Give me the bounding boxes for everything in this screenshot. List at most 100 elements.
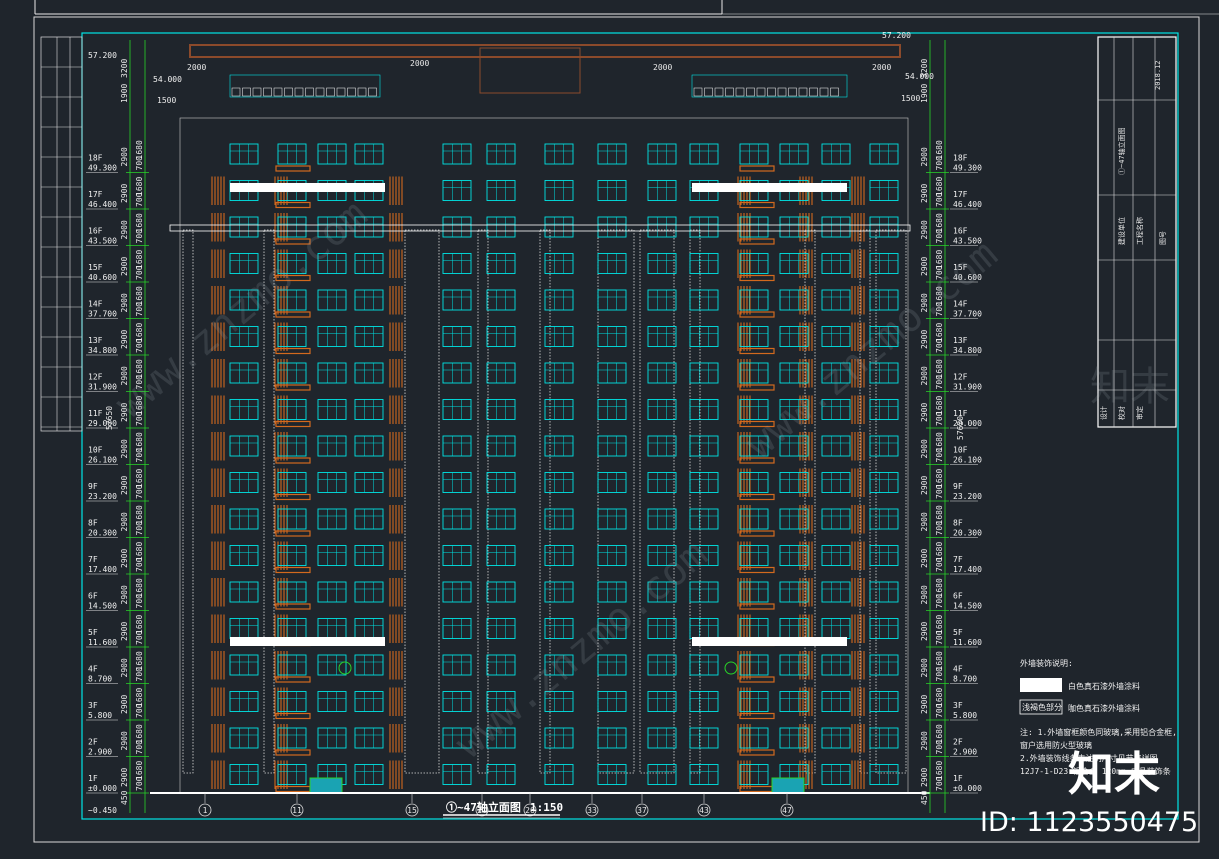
window (689, 472, 719, 493)
dim-window: 1680 (935, 651, 944, 670)
pit-elevation: −0.450 (88, 806, 117, 815)
level-floor-label: 18F (88, 154, 103, 163)
watermark-site-left: www.znzmo.com (107, 191, 376, 427)
window (689, 581, 719, 603)
span-dim-left: 2000 (187, 63, 206, 72)
window (597, 289, 627, 311)
window (277, 691, 307, 712)
dim-floor: 2900 (120, 147, 129, 166)
roof-vent (788, 87, 797, 97)
stone-texture-panel (477, 229, 489, 774)
window (277, 727, 307, 749)
window (647, 618, 677, 639)
dim-window: 1680 (135, 724, 144, 743)
window (229, 545, 259, 566)
level-elevation-label: 20.300 (953, 529, 982, 538)
parapet-elevation-right: 54.000 (905, 72, 934, 81)
window (354, 581, 384, 603)
window (544, 727, 574, 749)
window (544, 326, 574, 347)
window (689, 216, 719, 238)
window (317, 618, 347, 639)
dim-floor: 2900 (120, 220, 129, 239)
level-elevation-label: 14.500 (88, 602, 117, 611)
window (442, 654, 472, 676)
entrance-right (771, 777, 805, 794)
dim-window: 1680 (135, 761, 144, 780)
window (779, 253, 809, 274)
window (779, 727, 809, 749)
window (647, 472, 677, 493)
window (442, 618, 472, 639)
left-binding-table (40, 36, 83, 432)
window (486, 362, 516, 384)
window (229, 764, 259, 785)
window (277, 581, 307, 603)
span-dim-mid-left: 2000 (410, 59, 429, 68)
legend-swatch-white (1020, 678, 1062, 692)
window (647, 654, 677, 676)
tb-sheet-name: ①~47轴立面图 (1117, 127, 1126, 175)
level-floor-label: 5F (953, 628, 963, 637)
level-elevation-label: ±0.000 (88, 784, 117, 793)
roof-cornice (189, 44, 901, 58)
level-floor-label: 8F (88, 519, 98, 528)
balcony-rail (739, 712, 775, 720)
offset-dim-left: 1500 (157, 96, 176, 105)
window (647, 691, 677, 712)
window (779, 472, 809, 493)
total-height-right: 57650 (956, 416, 965, 440)
drawing-scale: 1:150 (530, 801, 563, 814)
window (739, 143, 769, 165)
window (647, 508, 677, 530)
window (277, 362, 307, 384)
window (597, 691, 627, 712)
white-band (230, 637, 385, 646)
window (277, 435, 307, 457)
window (354, 618, 384, 639)
window (442, 435, 472, 457)
window (544, 764, 574, 785)
dim-floor: 2900 (920, 768, 929, 787)
level-floor-label: 15F (88, 263, 103, 272)
window (317, 727, 347, 749)
dim-floor: 2900 (120, 439, 129, 458)
dim-floor: 2900 (920, 512, 929, 531)
roof-vent (273, 87, 283, 97)
level-elevation-label: 5.800 (88, 711, 112, 720)
white-band (692, 183, 847, 192)
axis-label: 37 (637, 806, 647, 815)
window (597, 727, 627, 749)
window (779, 508, 809, 530)
roof-vent (326, 87, 335, 97)
level-elevation-label: 11.600 (953, 638, 982, 647)
level-elevation-label: 26.100 (88, 456, 117, 465)
window (486, 581, 516, 603)
level-floor-label: 4F (953, 665, 963, 674)
dim-window: 1680 (135, 688, 144, 707)
window (821, 545, 851, 566)
drawing-title: ①~47轴立面图 1:150 (443, 800, 563, 819)
window (317, 326, 347, 347)
dim-floor: 2900 (920, 585, 929, 604)
window (821, 618, 851, 639)
dim-window: 1680 (135, 323, 144, 342)
level-floor-label: 13F (88, 336, 103, 345)
level-elevation-label: 37.700 (88, 310, 117, 319)
level-floor-label: 3F (88, 701, 98, 710)
window (317, 362, 347, 384)
dim-window: 1680 (935, 432, 944, 451)
window (544, 472, 574, 493)
window (486, 253, 516, 274)
roof-vent (819, 87, 829, 97)
level-elevation-label: 49.300 (88, 164, 117, 173)
window (442, 326, 472, 347)
dim-floor: 2900 (920, 366, 929, 385)
dim-window: 1680 (935, 724, 944, 743)
total-height-left: 57650 (105, 406, 114, 430)
window (354, 508, 384, 530)
axis-label: 15 (407, 806, 417, 815)
window (689, 326, 719, 347)
level-floor-label: 7F (88, 555, 98, 564)
roof-vent (809, 87, 818, 97)
